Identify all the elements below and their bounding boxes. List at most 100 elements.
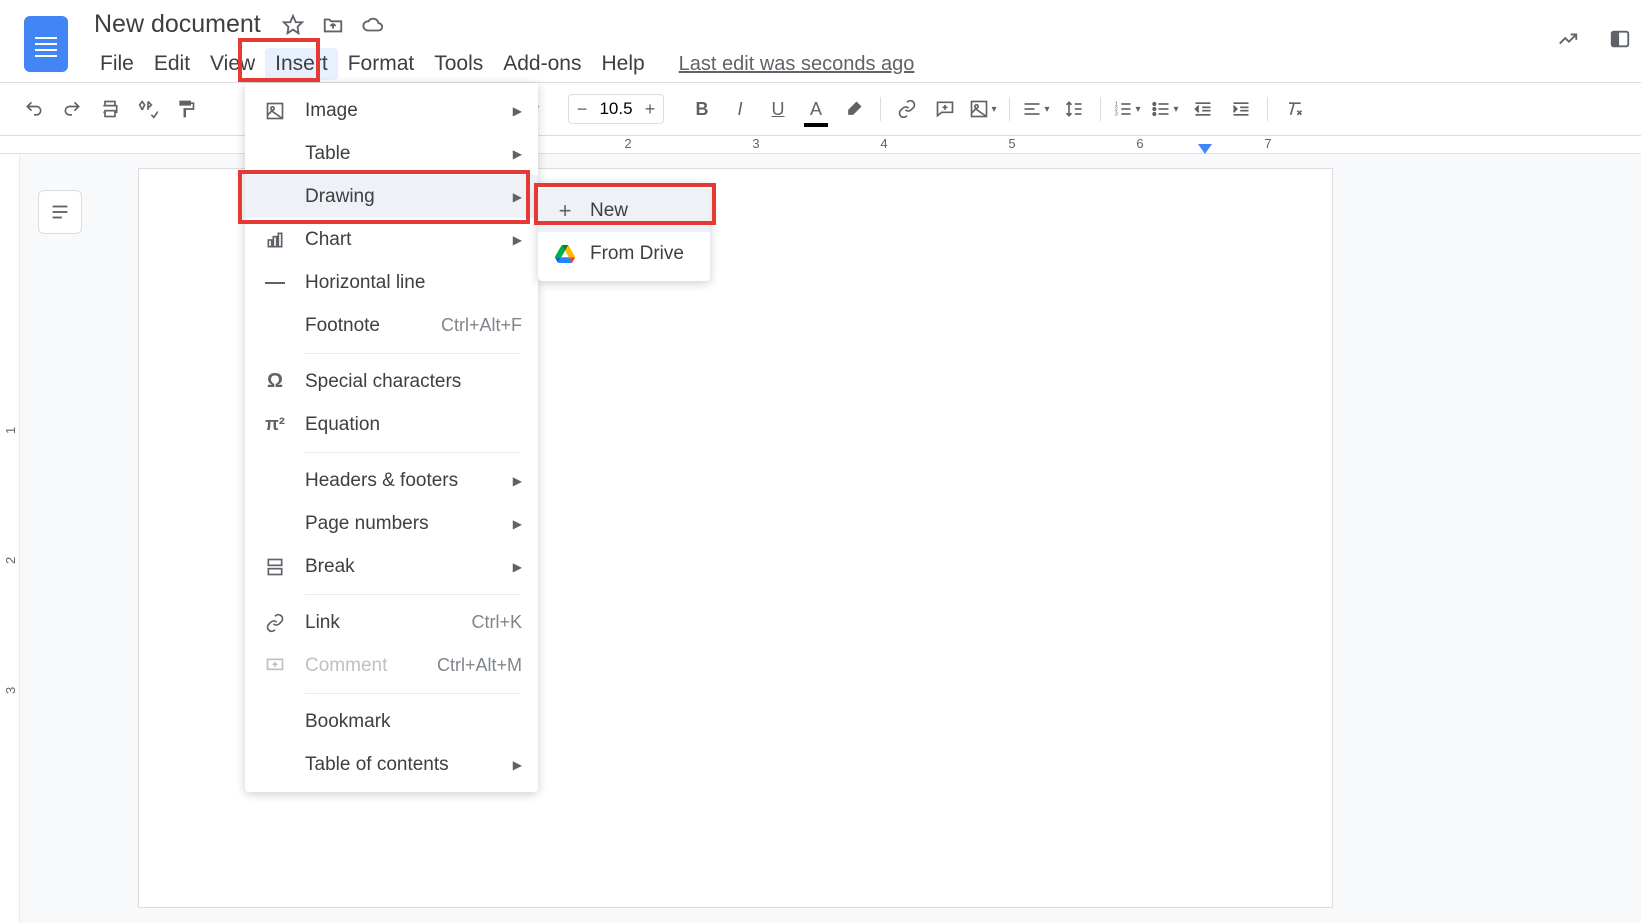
menubar: File Edit View Insert Format Tools Add-o… bbox=[90, 48, 914, 80]
font-size-decrease[interactable]: − bbox=[569, 99, 595, 120]
menu-label: Image bbox=[305, 100, 358, 122]
menu-shortcut: Ctrl+Alt+M bbox=[437, 655, 522, 676]
highlight-button[interactable] bbox=[838, 93, 870, 125]
line-spacing-button[interactable] bbox=[1058, 93, 1090, 125]
spellcheck-button[interactable] bbox=[132, 93, 164, 125]
menu-label: Bookmark bbox=[305, 711, 391, 733]
drawing-new-item[interactable]: + New bbox=[538, 189, 710, 232]
vruler-tick: 3 bbox=[3, 687, 18, 694]
header-right-icons bbox=[1557, 28, 1631, 50]
menu-separator bbox=[305, 693, 520, 694]
add-comment-button[interactable] bbox=[929, 93, 961, 125]
font-size-control: − + bbox=[568, 94, 664, 124]
menu-label: Page numbers bbox=[305, 513, 429, 535]
toolbar-separator bbox=[1267, 97, 1268, 121]
align-button[interactable]: ▾ bbox=[1020, 93, 1052, 125]
menu-label: Horizontal line bbox=[305, 272, 425, 294]
bookmark-icon bbox=[263, 710, 287, 734]
insert-hline-item[interactable]: Horizontal line bbox=[245, 261, 538, 304]
drawing-from-drive-item[interactable]: From Drive bbox=[538, 232, 710, 275]
vruler-tick: 2 bbox=[3, 557, 18, 564]
menu-label: Comment bbox=[305, 655, 387, 677]
menu-edit[interactable]: Edit bbox=[144, 48, 200, 80]
vertical-ruler[interactable]: 1 2 3 bbox=[0, 154, 20, 923]
toolbar-separator bbox=[880, 97, 881, 121]
move-icon[interactable] bbox=[322, 14, 344, 36]
menu-shortcut: Ctrl+Alt+F bbox=[441, 315, 522, 336]
cloud-status-icon[interactable] bbox=[362, 14, 384, 36]
menu-insert[interactable]: Insert bbox=[265, 48, 338, 80]
insert-page-numbers-item[interactable]: Page numbers ▶ bbox=[245, 502, 538, 545]
pi-icon: π² bbox=[263, 413, 287, 437]
plus-icon: + bbox=[554, 200, 576, 222]
insert-special-chars-item[interactable]: Ω Special characters bbox=[245, 360, 538, 403]
omega-icon: Ω bbox=[263, 370, 287, 394]
numbered-list-button[interactable]: 123▾ bbox=[1111, 93, 1143, 125]
ruler-tick: 6 bbox=[1136, 136, 1143, 151]
paint-format-button[interactable] bbox=[170, 93, 202, 125]
insert-headers-footers-item[interactable]: Headers & footers ▶ bbox=[245, 459, 538, 502]
menu-label: Equation bbox=[305, 414, 380, 436]
bold-button[interactable]: B bbox=[686, 93, 718, 125]
insert-equation-item[interactable]: π² Equation bbox=[245, 403, 538, 446]
menu-view[interactable]: View bbox=[200, 48, 265, 80]
menu-help[interactable]: Help bbox=[591, 48, 654, 80]
submenu-arrow-icon: ▶ bbox=[513, 517, 522, 531]
menu-separator bbox=[305, 594, 520, 595]
clear-formatting-button[interactable] bbox=[1278, 93, 1310, 125]
undo-button[interactable] bbox=[18, 93, 50, 125]
menu-separator bbox=[305, 452, 520, 453]
increase-indent-button[interactable] bbox=[1225, 93, 1257, 125]
insert-drawing-item[interactable]: Drawing ▶ bbox=[245, 175, 538, 218]
submenu-arrow-icon: ▶ bbox=[513, 147, 522, 161]
insert-chart-item[interactable]: Chart ▶ bbox=[245, 218, 538, 261]
image-icon bbox=[263, 99, 287, 123]
comment-icon bbox=[263, 654, 287, 678]
drawing-submenu: + New From Drive bbox=[538, 183, 710, 281]
menu-addons[interactable]: Add-ons bbox=[493, 48, 591, 80]
decrease-indent-button[interactable] bbox=[1187, 93, 1219, 125]
document-title[interactable]: New document bbox=[94, 10, 261, 39]
insert-toc-item[interactable]: Table of contents ▶ bbox=[245, 743, 538, 786]
show-outline-button[interactable] bbox=[38, 190, 82, 234]
ruler-right-indent-marker[interactable] bbox=[1198, 144, 1212, 154]
docs-logo-icon[interactable] bbox=[24, 16, 68, 72]
star-icon[interactable] bbox=[282, 14, 304, 36]
ruler-tick: 3 bbox=[752, 136, 759, 151]
redo-button[interactable] bbox=[56, 93, 88, 125]
footnote-icon bbox=[263, 314, 287, 338]
title-action-icons bbox=[282, 14, 384, 36]
activity-icon[interactable] bbox=[1557, 28, 1579, 50]
font-size-input[interactable] bbox=[595, 99, 637, 119]
text-color-button[interactable]: A bbox=[800, 93, 832, 125]
insert-comment-item: Comment Ctrl+Alt+M bbox=[245, 644, 538, 687]
print-button[interactable] bbox=[94, 93, 126, 125]
underline-button[interactable]: U bbox=[762, 93, 794, 125]
break-icon bbox=[263, 555, 287, 579]
menu-label: Drawing bbox=[305, 186, 375, 208]
insert-image-item[interactable]: Image ▶ bbox=[245, 89, 538, 132]
insert-footnote-item[interactable]: Footnote Ctrl+Alt+F bbox=[245, 304, 538, 347]
ruler-tick: 5 bbox=[1008, 136, 1015, 151]
menu-label: Table of contents bbox=[305, 754, 449, 776]
bulleted-list-button[interactable]: ▾ bbox=[1149, 93, 1181, 125]
insert-menu-dropdown: Image ▶ Table ▶ Drawing ▶ Chart ▶ Horizo… bbox=[245, 83, 538, 792]
drawing-icon bbox=[263, 185, 287, 209]
menu-format[interactable]: Format bbox=[338, 48, 425, 80]
insert-table-item[interactable]: Table ▶ bbox=[245, 132, 538, 175]
vruler-tick: 1 bbox=[3, 427, 18, 434]
italic-button[interactable]: I bbox=[724, 93, 756, 125]
submenu-arrow-icon: ▶ bbox=[513, 233, 522, 247]
insert-link-item[interactable]: Link Ctrl+K bbox=[245, 601, 538, 644]
insert-bookmark-item[interactable]: Bookmark bbox=[245, 700, 538, 743]
last-edit-link[interactable]: Last edit was seconds ago bbox=[679, 53, 915, 76]
insert-break-item[interactable]: Break ▶ bbox=[245, 545, 538, 588]
submenu-arrow-icon: ▶ bbox=[513, 474, 522, 488]
menu-file[interactable]: File bbox=[90, 48, 144, 80]
insert-image-button[interactable]: ▾ bbox=[967, 93, 999, 125]
font-size-increase[interactable]: + bbox=[637, 99, 663, 120]
menu-label: Table bbox=[305, 143, 350, 165]
menu-tools[interactable]: Tools bbox=[424, 48, 493, 80]
panel-icon[interactable] bbox=[1609, 28, 1631, 50]
insert-link-button[interactable] bbox=[891, 93, 923, 125]
